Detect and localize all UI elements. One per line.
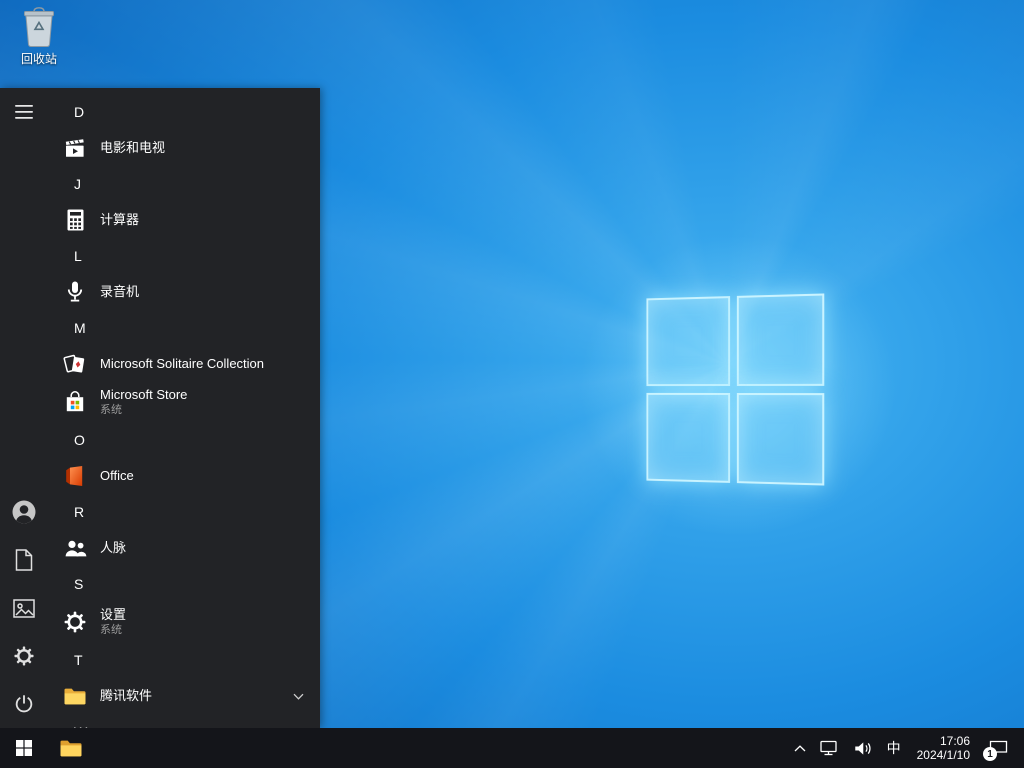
action-center-button[interactable]: 1 <box>979 728 1024 768</box>
clock-date: 2024/1/10 <box>916 748 970 762</box>
app-label: 腾讯软件 <box>100 687 153 703</box>
ime-indicator[interactable]: 中 <box>880 728 908 768</box>
office-icon <box>62 463 88 489</box>
section-letter-w[interactable]: W <box>48 714 320 728</box>
system-tray: 中 17:06 2024/1/10 1 <box>787 728 1024 768</box>
section-letter-o[interactable]: O <box>48 422 320 458</box>
store-bag-icon <box>62 389 88 415</box>
windows-hero-logo <box>646 293 825 486</box>
calculator-icon <box>62 207 88 233</box>
account-button[interactable] <box>0 488 48 536</box>
app-item-microsoft-store[interactable]: Microsoft Store 系统 <box>48 382 320 422</box>
app-label: Microsoft Store <box>100 387 188 403</box>
app-item-people[interactable]: 人脉 <box>48 530 320 566</box>
section-letter-l[interactable]: L <box>48 238 320 274</box>
network-icon <box>819 740 837 756</box>
section-letter-j[interactable]: J <box>48 166 320 202</box>
app-label: 录音机 <box>100 283 140 299</box>
notification-badge: 1 <box>983 747 997 761</box>
app-item-settings[interactable]: 设置 系统 <box>48 602 320 642</box>
power-button[interactable] <box>0 680 48 728</box>
windows-logo-icon <box>16 740 32 756</box>
section-letter-d[interactable]: D <box>48 94 320 130</box>
section-letter-s[interactable]: S <box>48 566 320 602</box>
start-menu: D 电影和电视 J 计算器 L 录音机 M Microsoft Solitair… <box>0 88 320 728</box>
volume-button[interactable] <box>846 728 880 768</box>
document-icon <box>15 549 33 571</box>
app-item-office[interactable]: Office <box>48 458 320 494</box>
microphone-icon <box>62 279 88 305</box>
gear-icon <box>14 646 34 666</box>
recycle-bin-shortcut[interactable]: 回收站 <box>10 6 68 67</box>
app-item-calculator[interactable]: 计算器 <box>48 202 320 238</box>
app-label: Microsoft Solitaire Collection <box>100 355 265 371</box>
settings-button[interactable] <box>0 632 48 680</box>
logo-pane <box>736 393 825 486</box>
section-letter-t[interactable]: T <box>48 642 320 678</box>
app-item-voice-recorder[interactable]: 录音机 <box>48 274 320 310</box>
expand-menu-button[interactable] <box>0 88 48 136</box>
app-label: 计算器 <box>100 211 140 227</box>
logo-pane <box>646 296 730 387</box>
recycle-bin-icon <box>24 7 54 47</box>
folder-icon <box>62 683 88 709</box>
app-label: 电影和电视 <box>100 139 166 155</box>
start-menu-rail <box>0 88 48 728</box>
gear-icon <box>62 609 88 635</box>
folder-icon <box>60 740 82 757</box>
app-label: 设置 <box>100 607 127 623</box>
speaker-icon <box>854 741 871 755</box>
clock-time: 17:06 <box>939 734 970 748</box>
documents-button[interactable] <box>0 536 48 584</box>
app-list: D 电影和电视 J 计算器 L 录音机 M Microsoft Solitair… <box>48 88 320 728</box>
logo-pane <box>736 293 825 386</box>
network-button[interactable] <box>813 728 846 768</box>
file-explorer-button[interactable] <box>48 728 94 768</box>
recycle-bin-label: 回收站 <box>20 52 57 66</box>
app-subtitle: 系统 <box>100 403 122 416</box>
pictures-icon <box>13 598 35 618</box>
section-letter-r[interactable]: R <box>48 494 320 530</box>
app-subtitle: 系统 <box>100 623 122 636</box>
user-icon <box>12 500 36 524</box>
app-label: 人脉 <box>100 539 127 555</box>
chevron-up-icon <box>794 744 806 751</box>
chevron-down-icon[interactable] <box>293 693 304 700</box>
clock[interactable]: 17:06 2024/1/10 <box>908 728 979 768</box>
app-label: Office <box>100 467 134 483</box>
app-item-tencent-folder[interactable]: 腾讯软件 <box>48 678 320 714</box>
section-letter-m[interactable]: M <box>48 310 320 346</box>
cards-icon <box>62 351 88 377</box>
pictures-button[interactable] <box>0 584 48 632</box>
movies-tv-icon <box>62 135 88 161</box>
start-button[interactable] <box>0 728 48 768</box>
app-item-movies-tv[interactable]: 电影和电视 <box>48 130 320 166</box>
screen: 回收站 D 电影和电视 J 计算器 L 录音机 M Microsoft Soli… <box>0 0 1024 768</box>
power-icon <box>15 695 33 713</box>
taskbar: 中 17:06 2024/1/10 1 <box>0 728 1024 768</box>
logo-pane <box>646 392 730 483</box>
app-item-solitaire[interactable]: Microsoft Solitaire Collection <box>48 346 320 382</box>
hamburger-icon <box>15 105 33 119</box>
people-icon <box>62 535 88 561</box>
tray-overflow-button[interactable] <box>787 728 813 768</box>
